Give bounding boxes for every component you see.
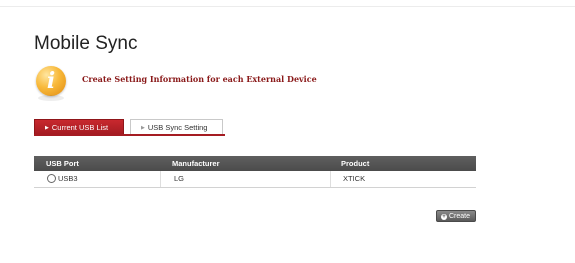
product-cell: XTICK [343, 174, 366, 183]
usb-port-cell: USB3 [47, 171, 78, 187]
table-row[interactable]: USB3 LG XTICK [34, 171, 476, 188]
triangle-right-icon: ▶ [45, 125, 49, 131]
tab-label: Current USB List [51, 123, 109, 132]
page-subtitle: Create Setting Information for each Exte… [82, 74, 317, 84]
plus-circle-icon: + [441, 214, 447, 220]
top-divider [0, 6, 575, 7]
tab-label: USB Sync Setting [147, 123, 208, 132]
column-header-usb-port: USB Port [46, 159, 79, 168]
info-icon-shadow [38, 95, 64, 101]
page-title: Mobile Sync [34, 33, 138, 54]
tab-usb-sync-setting[interactable]: ▶ USB Sync Setting [130, 119, 223, 134]
info-badge: i [36, 66, 70, 102]
column-header-product: Product [341, 159, 370, 168]
manufacturer-cell: LG [174, 174, 185, 183]
info-icon: i [36, 66, 66, 96]
usb-port-value: USB3 [58, 174, 78, 183]
usb-table: USB Port Manufacturer Product USB3 LG XT… [34, 156, 476, 188]
column-header-manufacturer: Manufacturer [172, 159, 220, 168]
triangle-right-icon: ▶ [141, 125, 145, 131]
table-header: USB Port Manufacturer Product [34, 156, 476, 171]
create-button-label: Create [449, 213, 471, 220]
tab-current-usb-list[interactable]: ▶ Current USB List [34, 119, 124, 134]
column-divider [160, 171, 161, 187]
usb-port-radio[interactable] [47, 174, 56, 183]
column-divider [330, 171, 331, 187]
tab-underline [34, 134, 225, 136]
create-button[interactable]: + Create [436, 210, 476, 222]
